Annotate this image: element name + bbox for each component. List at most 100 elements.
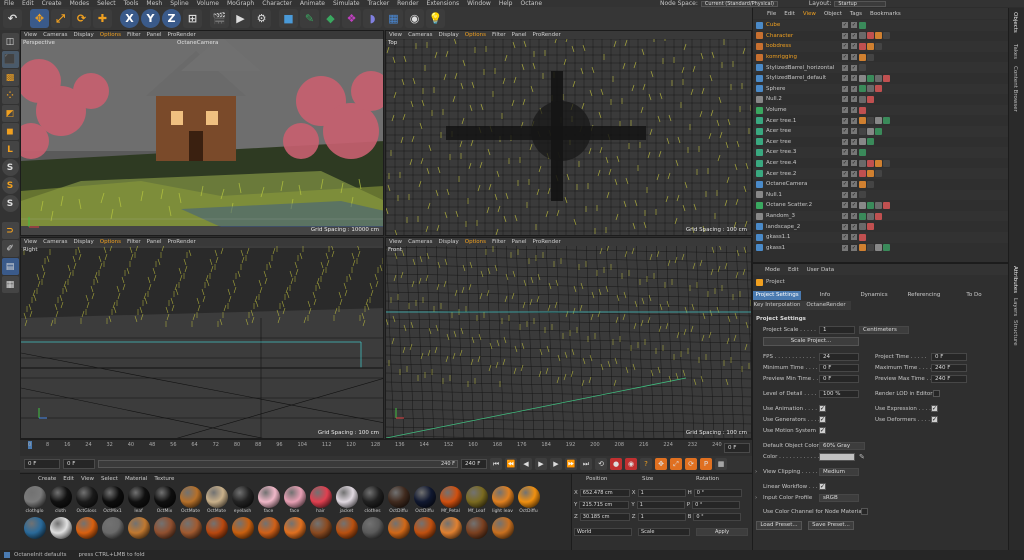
max-time-input[interactable]: 240 F	[931, 364, 967, 372]
preview-max-input[interactable]: 240 F	[931, 375, 967, 383]
object-tag-icon[interactable]	[867, 32, 874, 40]
object-row[interactable]: Random_3 ✓ ✓	[753, 210, 1008, 222]
viewport-menu-options[interactable]: Options	[465, 239, 486, 245]
menu-window[interactable]: Window	[463, 0, 495, 7]
object-tag-icon[interactable]	[867, 127, 874, 135]
key-scale-icon[interactable]: ⤢	[670, 458, 682, 470]
object-tag-icon[interactable]	[867, 85, 874, 93]
menu-extensions[interactable]: Extensions	[423, 0, 464, 7]
material-swatch[interactable]: leaf	[126, 486, 151, 516]
object-name[interactable]: Acer tree	[766, 128, 840, 134]
object-tag-icon[interactable]	[859, 201, 866, 209]
visibility-toggle[interactable]: ✓	[842, 96, 848, 103]
apply-button[interactable]: Apply	[696, 528, 748, 536]
object-tag-icon[interactable]	[875, 117, 882, 125]
object-menu-edit[interactable]: Edit	[784, 11, 795, 17]
object-tag-icon[interactable]	[867, 53, 874, 61]
viewport-menu-filter[interactable]: Filter	[127, 32, 141, 38]
menu-animate[interactable]: Animate	[296, 0, 329, 7]
grid-snap-icon[interactable]: ▦	[1, 276, 19, 293]
camera-icon[interactable]: ◉	[405, 9, 424, 28]
menu-tracker[interactable]: Tracker	[364, 0, 394, 7]
tab-project-settings[interactable]: Project Settings	[753, 291, 801, 300]
visibility-toggle[interactable]: ✓	[851, 43, 857, 50]
object-tag-icon[interactable]	[859, 138, 866, 146]
next-frame-icon[interactable]: ▶	[550, 458, 562, 470]
size-y-input[interactable]: 1	[636, 501, 685, 509]
menu-character[interactable]: Character	[258, 0, 296, 7]
visibility-toggle[interactable]: ✓	[842, 75, 848, 82]
object-name[interactable]: Octane Scatter.2	[766, 202, 840, 208]
object-name[interactable]: Acer tree	[766, 139, 840, 145]
object-row[interactable]: Acer tree.3 ✓ ✓	[753, 147, 1008, 158]
model-mode-icon[interactable]: ⬛	[1, 51, 19, 68]
visibility-toggle[interactable]: ✓	[842, 181, 848, 188]
object-row[interactable]: Acer tree.2 ✓ ✓	[753, 168, 1008, 179]
tab-referencing[interactable]: Referencing	[899, 291, 949, 300]
object-tag-icon[interactable]	[859, 117, 866, 125]
menu-volume[interactable]: Volume	[193, 0, 223, 7]
move-icon[interactable]: ✥	[30, 9, 49, 28]
rotation-b-input[interactable]: 0 °	[693, 513, 742, 521]
input-color-select[interactable]: sRGB	[819, 494, 859, 502]
object-tag-icon[interactable]	[859, 159, 866, 167]
viewport-menu-prorender[interactable]: ProRender	[168, 239, 196, 245]
object-row[interactable]: Null.2 ✓ ✓	[753, 94, 1008, 105]
visibility-toggle[interactable]: ✓	[851, 96, 857, 103]
object-row[interactable]: gkass1 ✓ ✓	[753, 243, 1008, 254]
object-tag-icon[interactable]	[859, 127, 866, 135]
brush-icon[interactable]: ✐	[1, 240, 19, 257]
object-tag-icon[interactable]	[859, 106, 866, 114]
visibility-toggle[interactable]: ✓	[842, 138, 848, 145]
current-frame-field[interactable]: 0 F	[24, 459, 60, 469]
loop-icon[interactable]: ⟲	[595, 458, 607, 470]
material-menu-material[interactable]: Material	[125, 476, 147, 482]
light-icon[interactable]: 💡	[426, 9, 445, 28]
project-scale-input[interactable]: 1	[819, 326, 855, 334]
object-tag-icon[interactable]	[859, 85, 866, 93]
make-editable-icon[interactable]: ◫	[1, 33, 19, 50]
visibility-toggle[interactable]: ✓	[842, 43, 848, 50]
object-tag-icon[interactable]	[867, 138, 874, 146]
material-swatch[interactable]	[464, 517, 489, 547]
material-swatch[interactable]: light leav	[490, 486, 515, 516]
object-row[interactable]: Null.1 ✓ ✓	[753, 189, 1008, 201]
tab-attributes[interactable]: Attributes	[1012, 266, 1018, 293]
timeline-end-field[interactable]: 0 F	[724, 443, 750, 453]
tab-info[interactable]: Info	[801, 291, 849, 300]
object-tag-icon[interactable]	[875, 32, 882, 40]
color-swatch[interactable]	[819, 453, 855, 461]
visibility-toggle[interactable]: ✓	[851, 160, 857, 167]
fps-input[interactable]: 24	[819, 353, 859, 361]
viewport-menu-panel[interactable]: Panel	[512, 32, 527, 38]
material-swatch[interactable]	[308, 517, 333, 547]
object-row[interactable]: Sphere ✓ ✓	[753, 83, 1008, 95]
object-tag-icon[interactable]	[859, 74, 866, 82]
viewport-top[interactable]: View Cameras Display Options Filter Panel ProR…	[385, 30, 752, 236]
render-picture-icon[interactable]: ▶	[231, 9, 250, 28]
viewport-menu-view[interactable]: View	[389, 32, 402, 38]
attribute-menu-user-data[interactable]: User Data	[807, 267, 834, 273]
object-tag-icon[interactable]	[867, 180, 874, 188]
min-time-input[interactable]: 0 F	[819, 364, 859, 372]
visibility-toggle[interactable]: ✓	[842, 170, 848, 177]
visibility-toggle[interactable]: ✓	[842, 244, 848, 251]
object-tag-icon[interactable]	[867, 95, 874, 103]
scale-icon[interactable]: ⤢	[51, 9, 70, 28]
linear-workflow-checkbox[interactable]: ✓	[819, 483, 826, 490]
object-row[interactable]: Acer tree ✓ ✓	[753, 137, 1008, 148]
material-swatch[interactable]	[334, 517, 359, 547]
object-tag-icon[interactable]	[883, 117, 890, 125]
object-name[interactable]: landscape_2	[766, 224, 840, 230]
object-row[interactable]: Acer tree.4 ✓ ✓	[753, 158, 1008, 169]
material-menu-edit[interactable]: Edit	[63, 476, 74, 482]
viewport-menu-display[interactable]: Display	[74, 239, 94, 245]
visibility-toggle[interactable]: ✓	[842, 128, 848, 135]
end-frame-field[interactable]: 240 F	[461, 459, 487, 469]
material-swatch[interactable]	[48, 517, 73, 547]
range-slider[interactable]: 240 F	[98, 460, 458, 468]
save-preset-button[interactable]: Save Preset...	[808, 521, 854, 530]
workplane-icon[interactable]: S	[1, 195, 19, 212]
input-color-expand-icon[interactable]: ›	[755, 495, 757, 501]
viewport-menu-view[interactable]: View	[24, 32, 37, 38]
